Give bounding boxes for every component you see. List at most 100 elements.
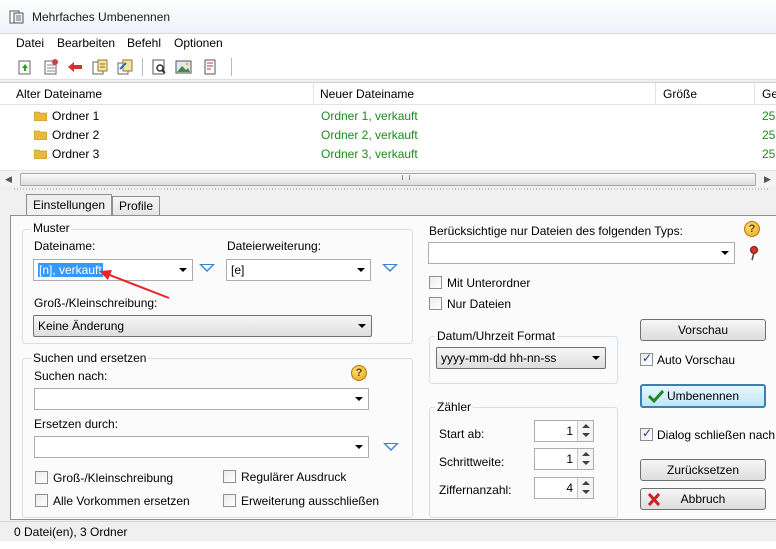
extension-label: Dateierweiterung: (227, 239, 322, 253)
new-filename: Ordner 2, verkauft (321, 128, 418, 142)
scroll-left-icon[interactable]: ◀ (3, 174, 14, 185)
chevron-down-icon[interactable] (721, 251, 729, 255)
info-icon[interactable] (199, 57, 221, 77)
table-row[interactable]: Ordner 3 Ordner 3, verkauft 25. (0, 145, 776, 164)
status-text: 0 Datei(en), 3 Ordner (14, 525, 128, 539)
replace-input[interactable] (34, 436, 369, 458)
old-filename: Ordner 3 (52, 147, 100, 161)
datetime-format-select[interactable]: yyyy-mm-dd hh-nn-ss (436, 347, 606, 369)
folder-icon (34, 111, 47, 121)
rename-icon[interactable] (89, 57, 111, 77)
column-size[interactable]: Größe (663, 87, 697, 101)
spin-arrows-icon[interactable] (577, 478, 593, 498)
subfolders-checkbox[interactable] (429, 276, 442, 289)
tab-settings[interactable]: Einstellungen (26, 194, 113, 216)
status-bar: 0 Datei(en), 3 Ordner (0, 521, 776, 541)
remove-icon[interactable] (64, 57, 86, 77)
preview-button[interactable]: Vorschau (640, 319, 766, 341)
cancel-button-label: Abbruch (680, 492, 726, 506)
help-icon[interactable]: ? (351, 365, 367, 381)
insert-placeholder-icon[interactable] (199, 264, 215, 272)
chevron-down-icon[interactable] (355, 397, 363, 401)
search-input[interactable] (34, 388, 369, 410)
file-list: Alter Dateiname Neuer Dateiname Größe Ge… (0, 82, 776, 186)
folder-icon (34, 149, 47, 159)
column-new-name[interactable]: Neuer Dateiname (320, 87, 414, 101)
new-filename: Ordner 3, verkauft (321, 147, 418, 161)
counter-start-stepper[interactable]: 1 (534, 420, 594, 442)
chevron-down-icon[interactable] (592, 356, 600, 360)
help-icon[interactable]: ? (744, 221, 760, 237)
splitter[interactable] (0, 186, 776, 194)
menu-datei[interactable]: Datei (16, 36, 44, 50)
menu-bearbeiten[interactable]: Bearbeiten (57, 36, 115, 50)
scrollbar-grip (402, 175, 410, 180)
toolbar-separator (231, 58, 232, 76)
only-files-label: Nur Dateien (447, 297, 512, 311)
date-cell: 25. (762, 147, 776, 161)
column-date[interactable]: Ge (762, 87, 776, 101)
menu-optionen[interactable]: Optionen (174, 36, 223, 50)
case-sensitive-label: Groß-/Kleinschreibung (53, 471, 174, 485)
auto-preview-checkbox[interactable] (640, 351, 653, 366)
regex-label: Regulärer Ausdruck (241, 470, 347, 484)
insert-placeholder-icon[interactable] (383, 443, 399, 451)
undo-rename-icon[interactable] (114, 57, 136, 77)
close-dialog-label: Dialog schließen nach (657, 428, 776, 442)
scroll-right-icon[interactable]: ▶ (762, 174, 773, 185)
file-list-header: Alter Dateiname Neuer Dateiname Größe Ge (0, 83, 776, 105)
counter-step-stepper[interactable]: 1 (534, 448, 594, 470)
counter-step-value: 1 (566, 452, 573, 466)
column-divider[interactable] (313, 83, 314, 105)
only-files-checkbox[interactable] (429, 297, 442, 310)
chevron-down-icon[interactable] (358, 324, 366, 328)
bottom-strip (0, 541, 776, 549)
preview-icon[interactable] (148, 57, 170, 77)
pattern-group-label: Muster (31, 221, 72, 235)
case-select[interactable]: Keine Änderung (33, 315, 372, 337)
title-bar: Mehrfaches Umbenennen (0, 0, 776, 34)
close-dialog-checkbox[interactable] (640, 426, 653, 441)
reset-button[interactable]: Zurücksetzen (640, 459, 766, 481)
toolbar (0, 54, 776, 80)
table-row[interactable]: Ordner 2 Ordner 2, verkauft 25. (0, 126, 776, 145)
extension-combo[interactable]: [e] (226, 259, 371, 281)
case-sensitive-checkbox[interactable] (35, 471, 48, 484)
counter-digits-label: Ziffernanzahl: (439, 483, 512, 497)
spin-arrows-icon[interactable] (577, 421, 593, 441)
counter-digits-stepper[interactable]: 4 (534, 477, 594, 499)
regex-checkbox[interactable] (223, 470, 236, 483)
menu-befehl[interactable]: Befehl (127, 36, 161, 50)
filename-label: Dateiname: (34, 239, 96, 253)
column-divider[interactable] (754, 83, 755, 105)
add-folder-icon[interactable] (40, 57, 62, 77)
add-files-icon[interactable] (14, 57, 36, 77)
filter-type-input[interactable] (428, 242, 735, 264)
tab-profile[interactable]: Profile (112, 196, 161, 216)
chevron-down-icon[interactable] (357, 268, 365, 272)
chevron-down-icon[interactable] (179, 268, 187, 272)
checkmark-icon (648, 389, 664, 403)
pin-icon[interactable] (747, 245, 761, 261)
cancel-button[interactable]: Abbruch (640, 488, 766, 510)
spin-arrows-icon[interactable] (577, 449, 593, 469)
column-old-name[interactable]: Alter Dateiname (16, 87, 102, 101)
insert-placeholder-icon[interactable] (382, 264, 398, 272)
replace-label: Ersetzen durch: (34, 417, 119, 431)
folder-icon (34, 130, 47, 140)
app-icon (9, 10, 24, 24)
column-divider[interactable] (655, 83, 656, 105)
exclude-extension-checkbox[interactable] (223, 494, 236, 507)
replace-all-checkbox[interactable] (35, 494, 48, 507)
scrollbar-thumb[interactable] (20, 173, 756, 186)
old-filename: Ordner 1 (52, 109, 100, 123)
chevron-down-icon[interactable] (355, 445, 363, 449)
table-row[interactable]: Ordner 1 Ordner 1, verkauft 25. (0, 107, 776, 126)
case-value: Keine Änderung (38, 319, 125, 333)
old-filename: Ordner 2 (52, 128, 100, 142)
subfolders-label: Mit Unterordner (447, 276, 531, 290)
rename-button[interactable]: Umbenennen (640, 384, 766, 408)
toolbar-separator (142, 58, 143, 76)
horizontal-scrollbar[interactable]: ◀ ▶ (0, 170, 776, 186)
image-icon[interactable] (173, 57, 195, 77)
